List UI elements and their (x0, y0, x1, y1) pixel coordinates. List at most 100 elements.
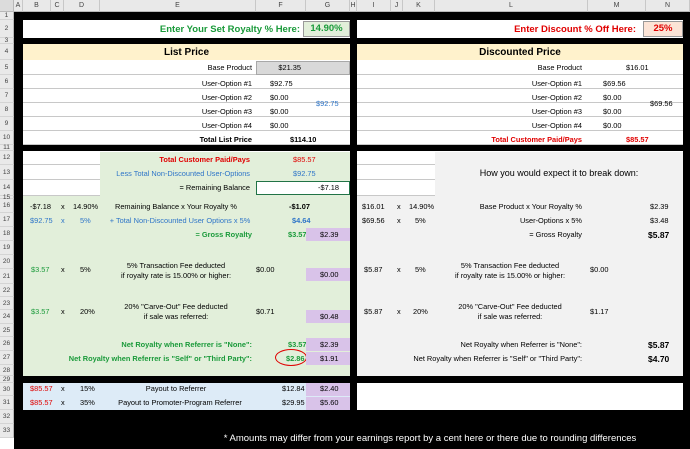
row-header-4[interactable]: 4 (0, 44, 14, 60)
lc-r23-line2: if sale was referred: (143, 312, 209, 321)
row-header-32[interactable]: 32 (0, 410, 14, 424)
row-header-6[interactable]: 6 (0, 75, 14, 89)
row-header-16[interactable]: 16 (0, 199, 14, 213)
row-header-13[interactable]: 13 (0, 165, 14, 180)
row-header-27[interactable]: 27 (0, 351, 14, 365)
row-header-9[interactable]: 9 (0, 117, 14, 131)
rc-expect-label: How you would expect it to break down: (479, 168, 639, 178)
lc-r20-d: 5% (80, 265, 91, 274)
footnote: * Amounts may differ from your earnings … (223, 433, 637, 444)
lc-r20-b: $3.57 (31, 265, 50, 274)
column-header-n[interactable]: N (646, 0, 690, 12)
dp-total-value: $85.57 (626, 135, 649, 144)
row-header-33[interactable]: 33 (0, 424, 14, 438)
column-header-c[interactable]: C (51, 0, 64, 12)
lp-base-cell[interactable]: $21.35 (256, 61, 350, 75)
dp-option4-label: User-Option #4 (531, 121, 582, 130)
lc-remaining-cell[interactable]: -$7.18 (256, 181, 350, 195)
row-header-21[interactable]: 21 (0, 269, 14, 284)
lc-r29-x: x (61, 384, 65, 393)
lp-option1-label: User-Option #1 (201, 79, 252, 88)
row-header-8[interactable]: 8 (0, 103, 14, 117)
column-header-b[interactable]: B (23, 0, 51, 12)
lp-total-label: Total List Price (199, 135, 252, 144)
dp-options-total: $69.56 (650, 99, 673, 108)
row-header-12[interactable]: 12 (0, 151, 14, 165)
rc-r20-value: $0.00 (590, 265, 609, 274)
lc-r17-label: + Total Non-Discounted User Options x 5% (109, 216, 251, 225)
row-header-23[interactable]: 23 (0, 297, 14, 310)
row-header-7[interactable]: 7 (0, 89, 14, 103)
rc-r17-k: 5% (415, 216, 426, 225)
column-header-l[interactable]: L (435, 0, 588, 12)
lc-r30-g: $5.60 (320, 398, 339, 407)
dp-base-label: Base Product (537, 63, 582, 72)
lc-r20-x: x (61, 265, 65, 274)
lc-r23-line1: 20% "Carve-Out" Fee deducted (124, 302, 228, 311)
lc-r16-value: -$1.07 (289, 202, 310, 211)
spreadsheet: ABCDEFGHIJKLMN 1 2 3 4 5 6 7 8 9 10 11 12 13 14 15 16 17… (0, 0, 690, 449)
discount-input[interactable]: 25% (643, 21, 683, 37)
row-header-28[interactable]: 28 (0, 365, 14, 376)
column-header-d[interactable]: D (64, 0, 100, 12)
row-header-29[interactable]: 29 (0, 376, 14, 383)
column-header-e[interactable]: E (100, 0, 256, 12)
lc-r27-g: $1.91 (320, 354, 339, 363)
rc-r23-i: $5.87 (364, 307, 383, 316)
row-header-24[interactable]: 24 (0, 310, 14, 324)
column-header-j[interactable]: J (391, 0, 403, 12)
row-header-5[interactable]: 5 (0, 60, 14, 75)
column-header-i[interactable]: I (357, 0, 391, 12)
dp-option2-value: $0.00 (603, 93, 622, 102)
lc-r30-label: Payout to Promoter-Program Referrer (118, 398, 242, 407)
rc-r16-i: $16.01 (362, 202, 385, 211)
dp-option3-label: User-Option #3 (531, 107, 582, 116)
lp-options-total: $92.75 (316, 99, 339, 108)
lc-less-value: $92.75 (293, 169, 316, 178)
lc-r26-g: $2.39 (320, 340, 339, 349)
row-header-18[interactable]: 18 (0, 227, 14, 241)
select-all-corner[interactable] (0, 0, 14, 12)
lp-total-value: $114.10 (290, 135, 317, 144)
row-header-20[interactable]: 20 (0, 255, 14, 269)
rc-r23-line1: 20% "Carve-Out" Fee deducted (458, 302, 562, 311)
lc-r16-b: -$7.18 (30, 202, 51, 211)
rc-r20-k: 5% (415, 265, 426, 274)
column-header-h[interactable]: H (350, 0, 357, 12)
column-header-a[interactable]: A (14, 0, 23, 12)
lc-r23-d: 20% (80, 307, 95, 316)
dp-option2-label: User-Option #2 (531, 93, 582, 102)
column-header-f[interactable]: F (256, 0, 306, 12)
row-header-19[interactable]: 19 (0, 241, 14, 255)
lc-r18-g: $2.39 (320, 230, 339, 239)
row-header-2[interactable]: 2 (0, 20, 14, 38)
lc-r29-value: $12.84 (282, 384, 305, 393)
row-header-31[interactable]: 31 (0, 396, 14, 410)
row-header-17[interactable]: 17 (0, 213, 14, 227)
dp-option4-value: $0.00 (603, 121, 622, 130)
lc-r30-b: $85.57 (30, 398, 53, 407)
column-header-g[interactable]: G (306, 0, 350, 12)
lc-r20-line2: if royalty rate is 15.00% or higher: (120, 271, 232, 280)
column-header-m[interactable]: M (588, 0, 646, 12)
lc-r17-x: x (61, 216, 65, 225)
lc-r23-value: $0.71 (256, 307, 275, 316)
row-header-30[interactable]: 30 (0, 383, 14, 396)
lc-remaining-label: = Remaining Balance (179, 183, 250, 192)
lp-option1-value: $92.75 (270, 79, 293, 88)
dp-base-value: $16.01 (626, 63, 649, 72)
royalty-input[interactable]: 14.90% (303, 21, 350, 37)
column-header-k[interactable]: K (403, 0, 435, 12)
lp-base-label: Base Product (207, 63, 252, 72)
lc-r27-label: Net Royalty when Referrer is "Self" or "… (68, 354, 252, 363)
row-header-1[interactable]: 1 (0, 12, 14, 20)
lc-remaining-value: -$7.18 (318, 183, 339, 192)
row-header-22[interactable]: 22 (0, 284, 14, 297)
row-header-25[interactable]: 25 (0, 324, 14, 337)
lc-r30-value: $29.95 (282, 398, 305, 407)
row-header-26[interactable]: 26 (0, 337, 14, 351)
lp-base-value: $21.35 (278, 63, 301, 72)
row-header-10[interactable]: 10 (0, 131, 14, 145)
lc-r29-d: 15% (80, 384, 95, 393)
rc-r18-value: $5.87 (648, 230, 670, 240)
